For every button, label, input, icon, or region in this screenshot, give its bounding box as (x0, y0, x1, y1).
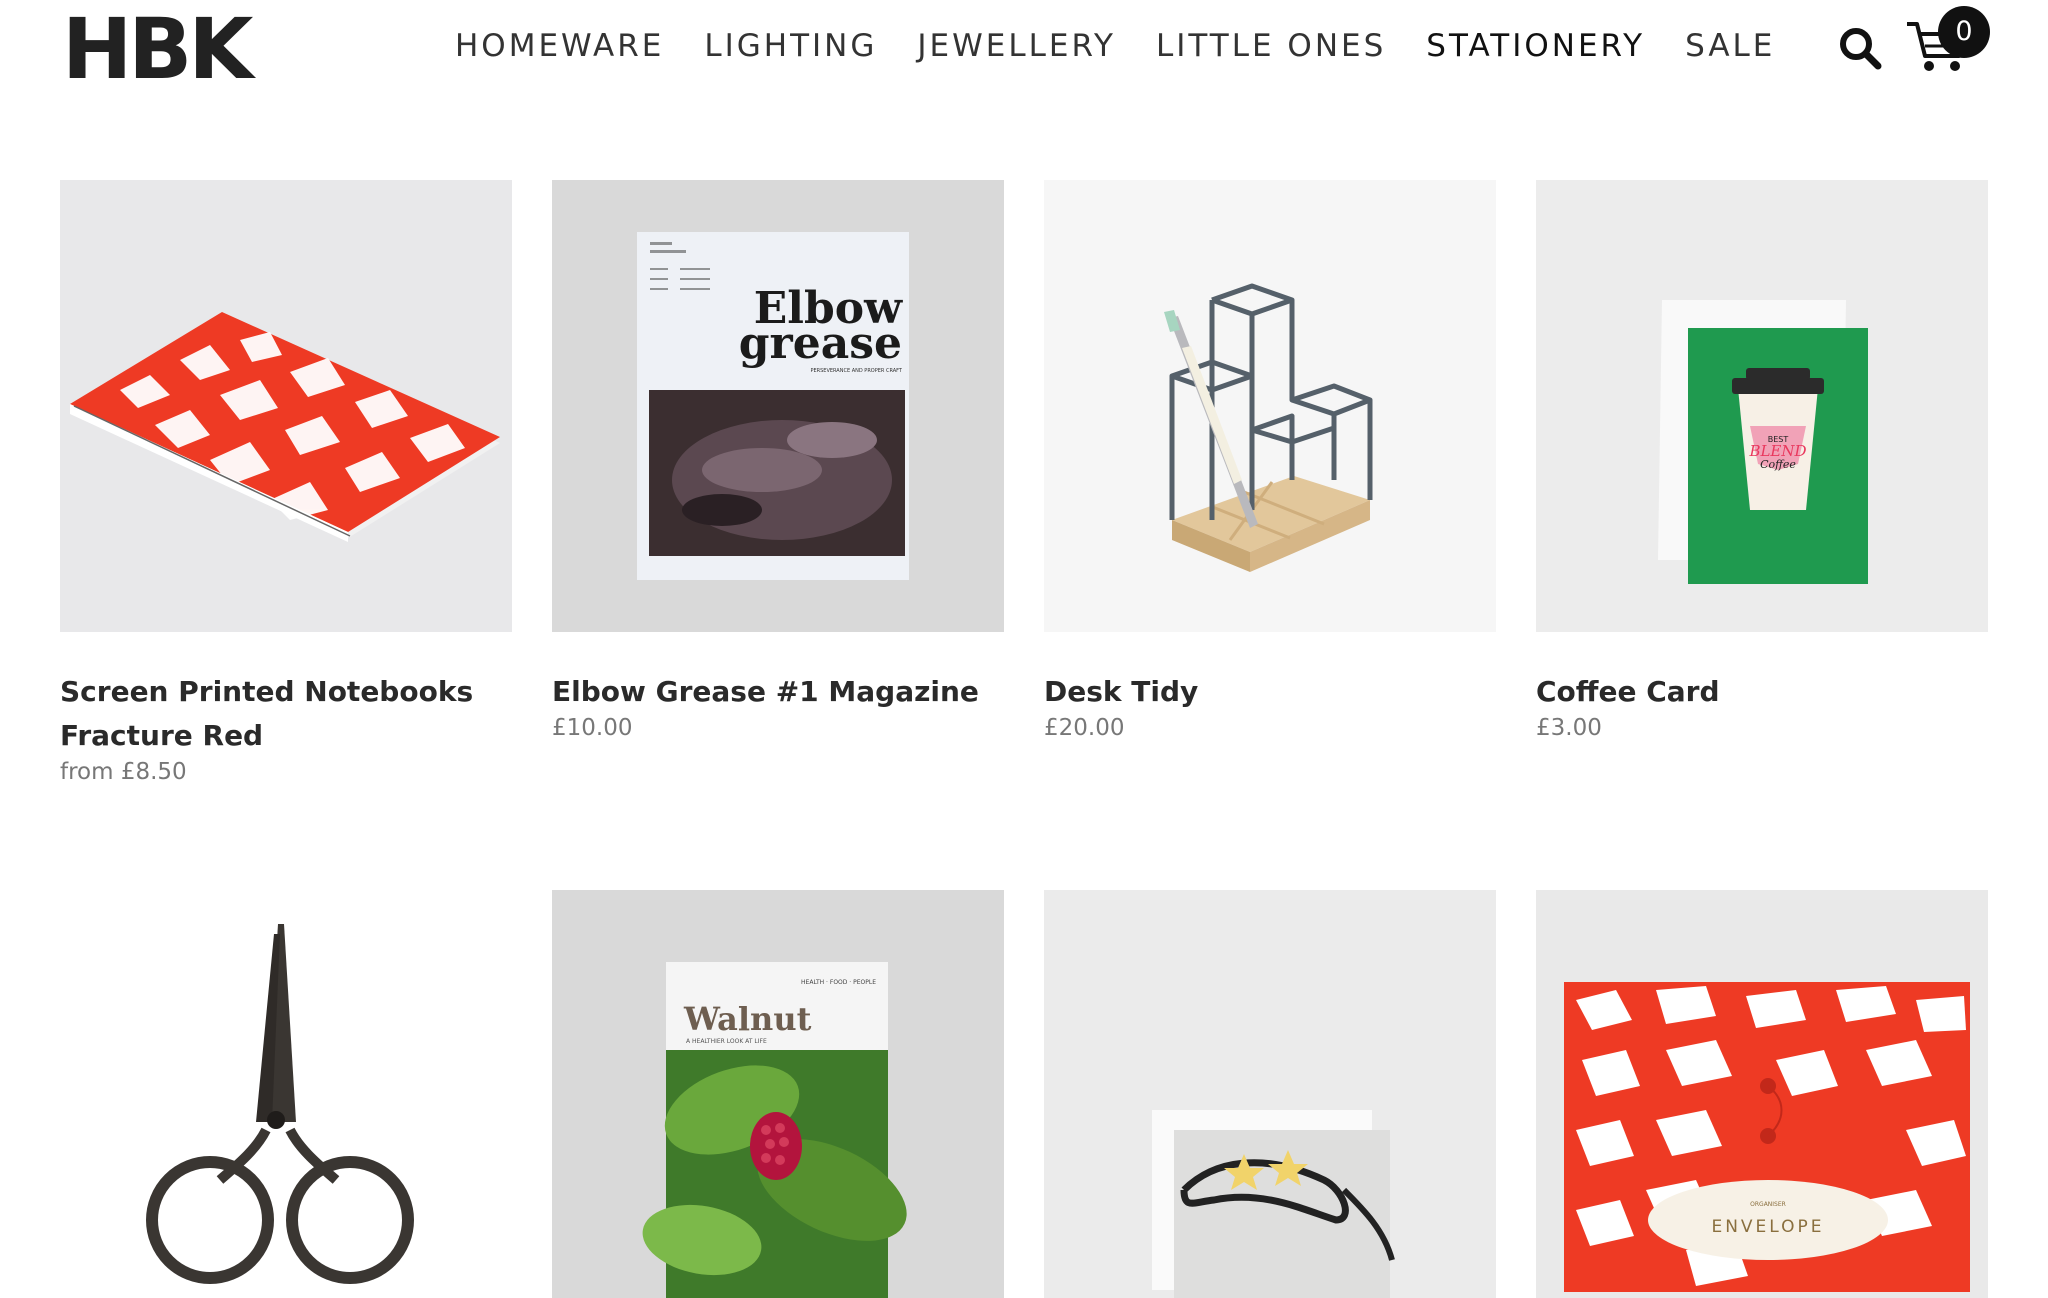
product-title[interactable]: Coffee Card (1536, 670, 1988, 714)
product-image-magazine[interactable]: Elbow grease PERSEVERANCE AND PROPER CRA… (552, 180, 1004, 632)
main-nav: HOMEWARE LIGHTING JEWELLERY LITTLE ONES … (455, 24, 1815, 68)
product-image-coffee-card[interactable]: BEST BLEND Coffee (1536, 180, 1988, 632)
walnut-header: HEALTH · FOOD · PEOPLE (801, 979, 876, 986)
product-image-desk-tidy[interactable] (1044, 180, 1496, 632)
product-image-envelope[interactable]: ORGANISER ENVELOPE (1536, 890, 1988, 1298)
product-title-line[interactable]: Screen Printed Notebooks (60, 670, 512, 714)
product-price: from £8.50 (60, 759, 187, 785)
nav-lighting[interactable]: LIGHTING (704, 24, 877, 68)
product-price: £10.00 (552, 715, 633, 741)
search-icon[interactable] (1838, 26, 1882, 70)
nav-jewellery[interactable]: JEWELLERY (917, 24, 1116, 68)
logo[interactable]: HBK (62, 4, 253, 94)
site-header: HBK HOMEWARE LIGHTING JEWELLERY LITTLE O… (0, 0, 2048, 100)
nav-stationery[interactable]: STATIONERY (1426, 24, 1645, 68)
product-price: £20.00 (1044, 715, 1125, 741)
product-title[interactable]: Screen Printed Notebooks Fracture Red (60, 670, 512, 758)
cart-count-badge[interactable]: 0 (1938, 6, 1990, 58)
product-title[interactable]: Elbow Grease #1 Magazine (552, 670, 1004, 714)
card-cup-bottom: Coffee (1760, 458, 1796, 471)
nav-homeware[interactable]: HOMEWARE (455, 24, 664, 68)
envelope-top: ORGANISER (1750, 1201, 1786, 1208)
product-image-scissors[interactable] (60, 890, 512, 1298)
walnut-tagline: A HEALTHIER LOOK AT LIFE (686, 1038, 767, 1045)
product-title[interactable]: Desk Tidy (1044, 670, 1496, 714)
product-title-line[interactable]: Fracture Red (60, 714, 512, 758)
nav-little-ones[interactable]: LITTLE ONES (1156, 24, 1386, 68)
envelope-label: ENVELOPE (1711, 1217, 1824, 1237)
product-image-notebook[interactable] (60, 180, 512, 632)
product-image-walnut-magazine[interactable]: HEALTH · FOOD · PEOPLE Walnut A HEALTHIE… (552, 890, 1004, 1298)
product-price: £3.00 (1536, 715, 1602, 741)
nav-sale[interactable]: SALE (1685, 24, 1775, 68)
magazine-title-b: grease (739, 318, 902, 369)
walnut-title: Walnut (683, 1000, 812, 1038)
magazine-tagline: PERSEVERANCE AND PROPER CRAFT (810, 368, 902, 374)
product-image-card[interactable] (1044, 890, 1496, 1298)
